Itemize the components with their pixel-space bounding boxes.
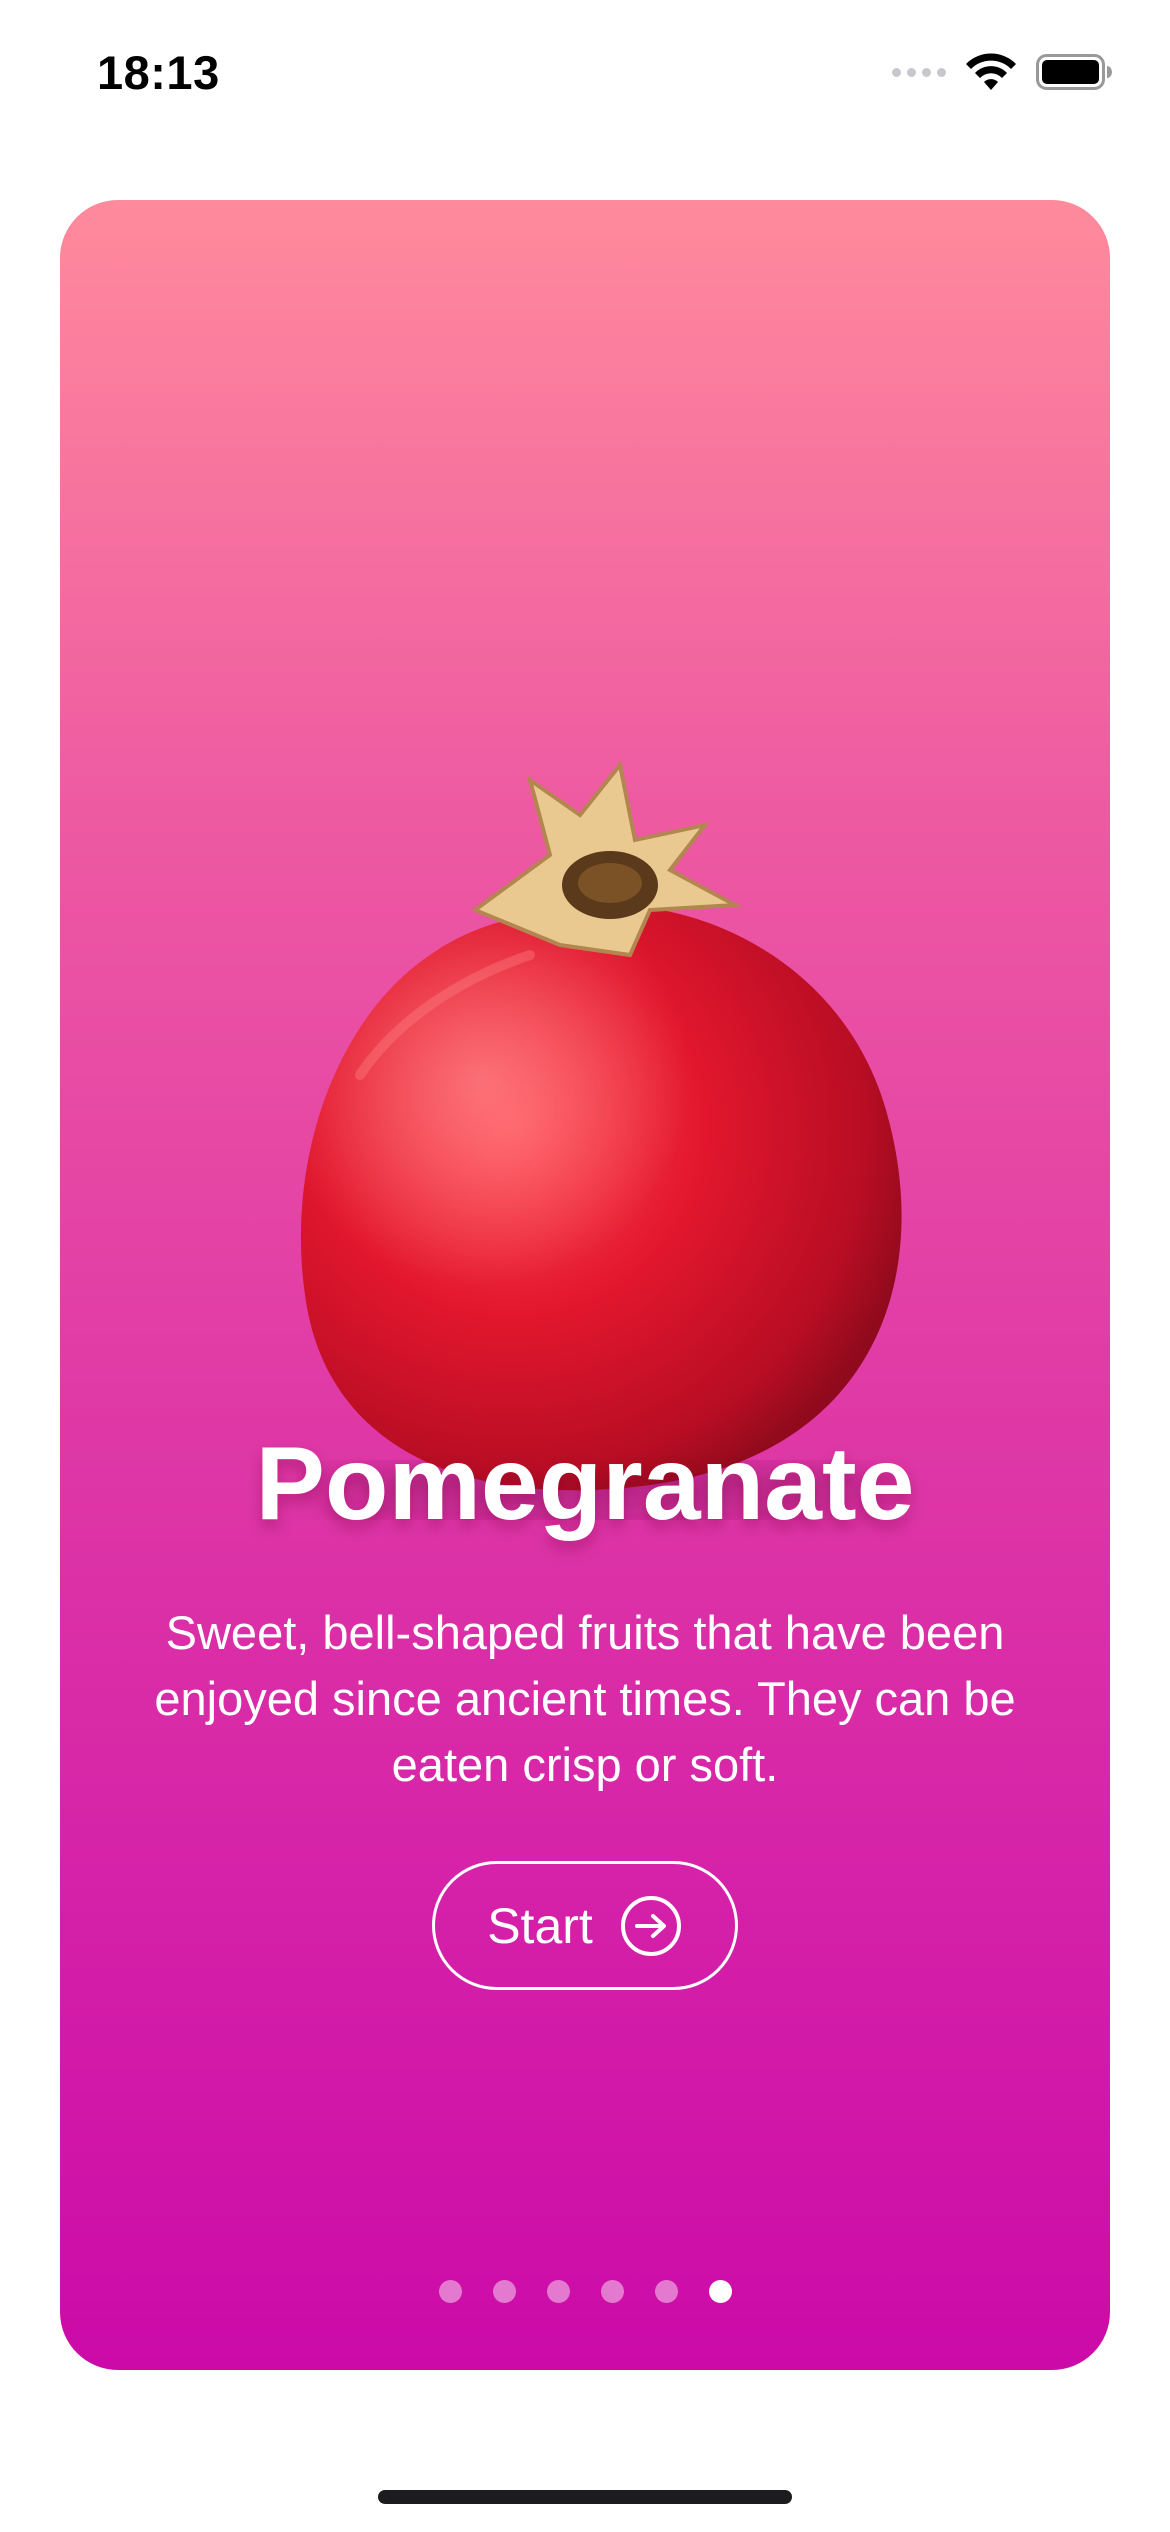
status-time: 18:13 [97, 46, 220, 99]
cellular-signal-icon [892, 67, 946, 77]
pomegranate-image [300, 760, 902, 1515]
page-indicator [60, 2280, 1110, 2303]
arrow-right-circle-icon [620, 1895, 681, 1956]
page-dot[interactable] [654, 2280, 678, 2303]
status-icons [892, 52, 1112, 92]
onboarding-card: Pomegranate Sweet, bell-shaped fruits th… [60, 200, 1110, 2370]
page-dot[interactable] [600, 2280, 624, 2303]
start-button-label: Start [487, 1897, 593, 1954]
battery-icon [1036, 54, 1112, 90]
wifi-icon [966, 53, 1016, 90]
fruit-title: Pomegranate [255, 1426, 915, 1542]
page-dot[interactable] [546, 2280, 570, 2303]
start-button[interactable]: Start [432, 1861, 738, 1990]
page-dot-active[interactable] [708, 2280, 732, 2303]
fruit-description: Sweet, bell-shaped fruits that have been… [154, 1606, 1016, 1791]
status-bar: 18:13 [0, 0, 1170, 140]
page-dot[interactable] [492, 2280, 516, 2303]
page-dot[interactable] [438, 2280, 462, 2303]
home-indicator[interactable] [378, 2490, 792, 2504]
